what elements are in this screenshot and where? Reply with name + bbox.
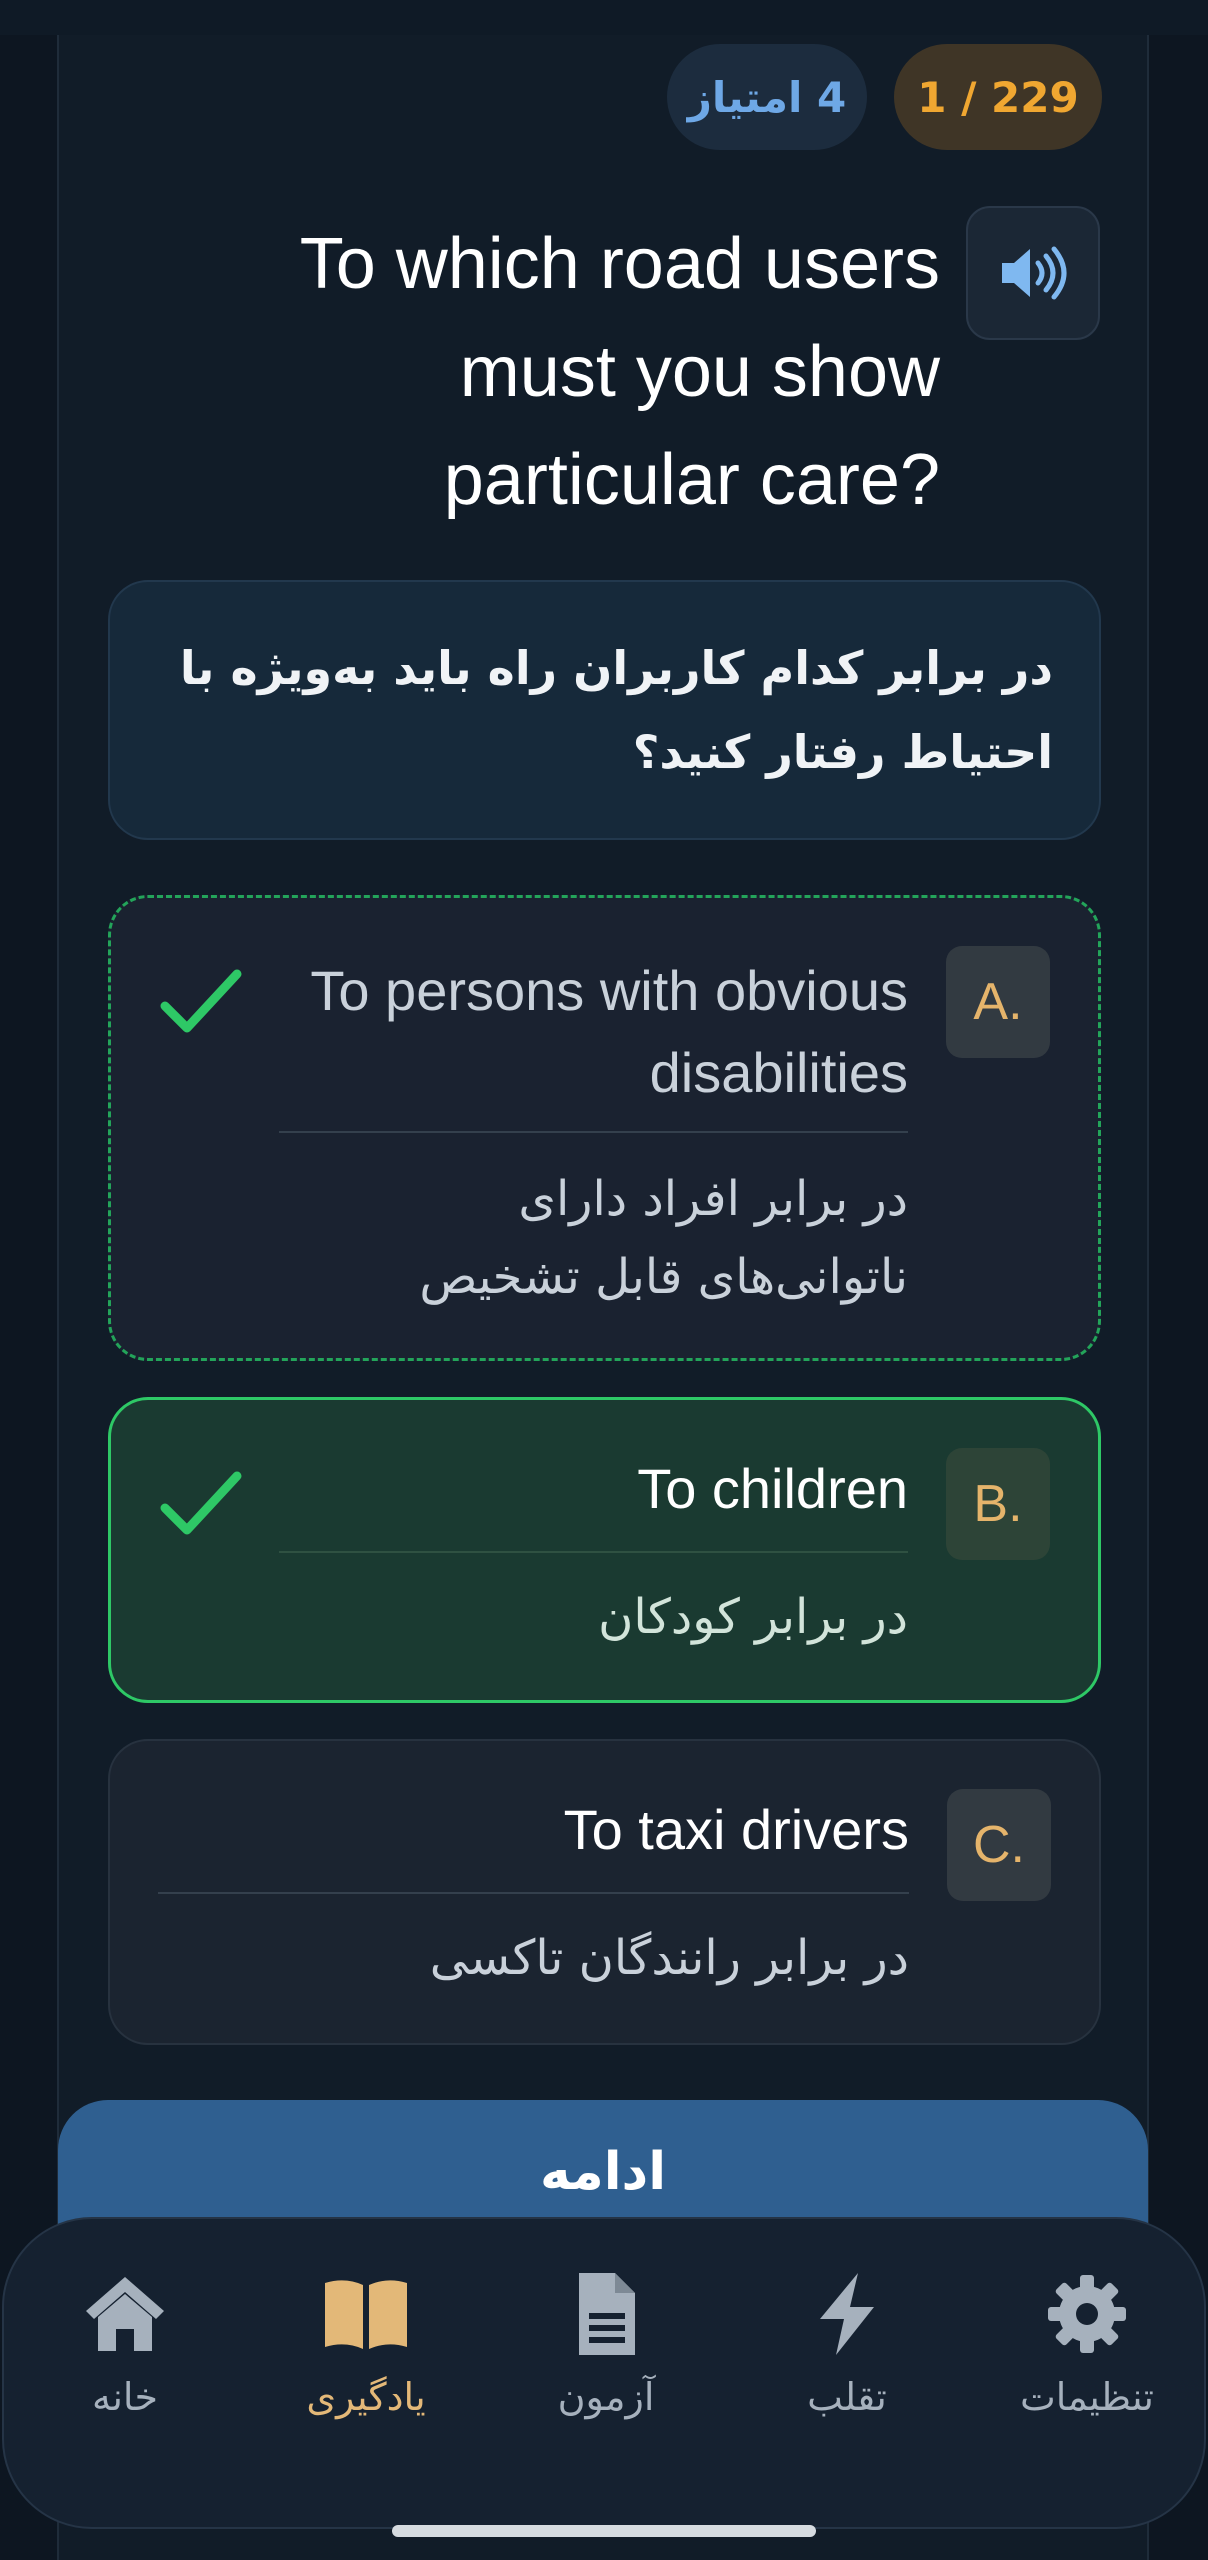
option-persian-text: در برابر افراد دارای ناتوانی‌های قابل تش… — [419, 1171, 908, 1305]
option-divider — [158, 1892, 909, 1894]
gear-icon — [1048, 2275, 1126, 2353]
option-b[interactable]: B. To children در برابر کودکان — [108, 1397, 1101, 1703]
option-divider — [279, 1131, 908, 1133]
question-title: To which road users must you show partic… — [299, 224, 940, 520]
option-english-text: To persons with obvious disabilities — [310, 959, 908, 1104]
score-badge: 4 امتیاز — [667, 44, 867, 150]
nav-label: خانه — [91, 2375, 159, 2419]
option-divider — [279, 1551, 908, 1553]
document-icon — [579, 2273, 635, 2355]
progress-badge: 1 / 229 — [894, 44, 1102, 150]
nav-item-settings[interactable]: تنظیمات — [977, 2269, 1197, 2419]
continue-label: ادامه — [539, 2142, 667, 2202]
speaker-button[interactable] — [966, 206, 1100, 340]
question-translation: در برابر کدام کاربران راه باید به‌ویژه ب… — [108, 580, 1101, 840]
option-letter: C. — [947, 1789, 1051, 1901]
option-c[interactable]: C. To taxi drivers در برابر رانندگان تاک… — [108, 1739, 1101, 2045]
nav-label: یادگیری — [306, 2375, 426, 2419]
nav-label: تنظیمات — [1019, 2375, 1154, 2419]
option-persian-text: در برابر کودکان — [598, 1589, 908, 1645]
nav-label: تقلب — [807, 2375, 887, 2419]
status-bar-area — [0, 0, 1208, 35]
score-text: 4 امتیاز — [687, 72, 847, 122]
question-translation-text: در برابر کدام کاربران راه باید به‌ویژه ب… — [179, 641, 1053, 779]
check-icon — [160, 1471, 242, 1535]
speaker-icon — [1002, 246, 1067, 300]
nav-item-learning[interactable]: یادگیری — [256, 2269, 476, 2419]
option-english-text: To taxi drivers — [563, 1798, 909, 1861]
home-icon — [86, 2277, 164, 2351]
nav-item-exam[interactable]: آزمون — [496, 2269, 716, 2419]
lightning-icon — [820, 2273, 874, 2355]
home-indicator[interactable] — [392, 2525, 816, 2537]
option-persian-text: در برابر رانندگان تاکسی — [429, 1930, 909, 1986]
nav-item-home[interactable]: خانه — [15, 2269, 235, 2419]
bottom-nav: خانه یادگیری آزمون تقلب تنظیمات — [2, 2217, 1206, 2529]
option-letter: B. — [946, 1448, 1050, 1560]
nav-item-cheat[interactable]: تقلب — [737, 2269, 957, 2419]
book-icon — [325, 2280, 407, 2349]
option-english-text: To children — [637, 1457, 908, 1520]
progress-text: 1 / 229 — [917, 72, 1079, 122]
option-letter: A. — [946, 946, 1050, 1058]
check-icon — [160, 969, 242, 1033]
nav-label: آزمون — [557, 2375, 655, 2419]
option-a[interactable]: A. To persons with obvious disabilities … — [108, 895, 1101, 1361]
